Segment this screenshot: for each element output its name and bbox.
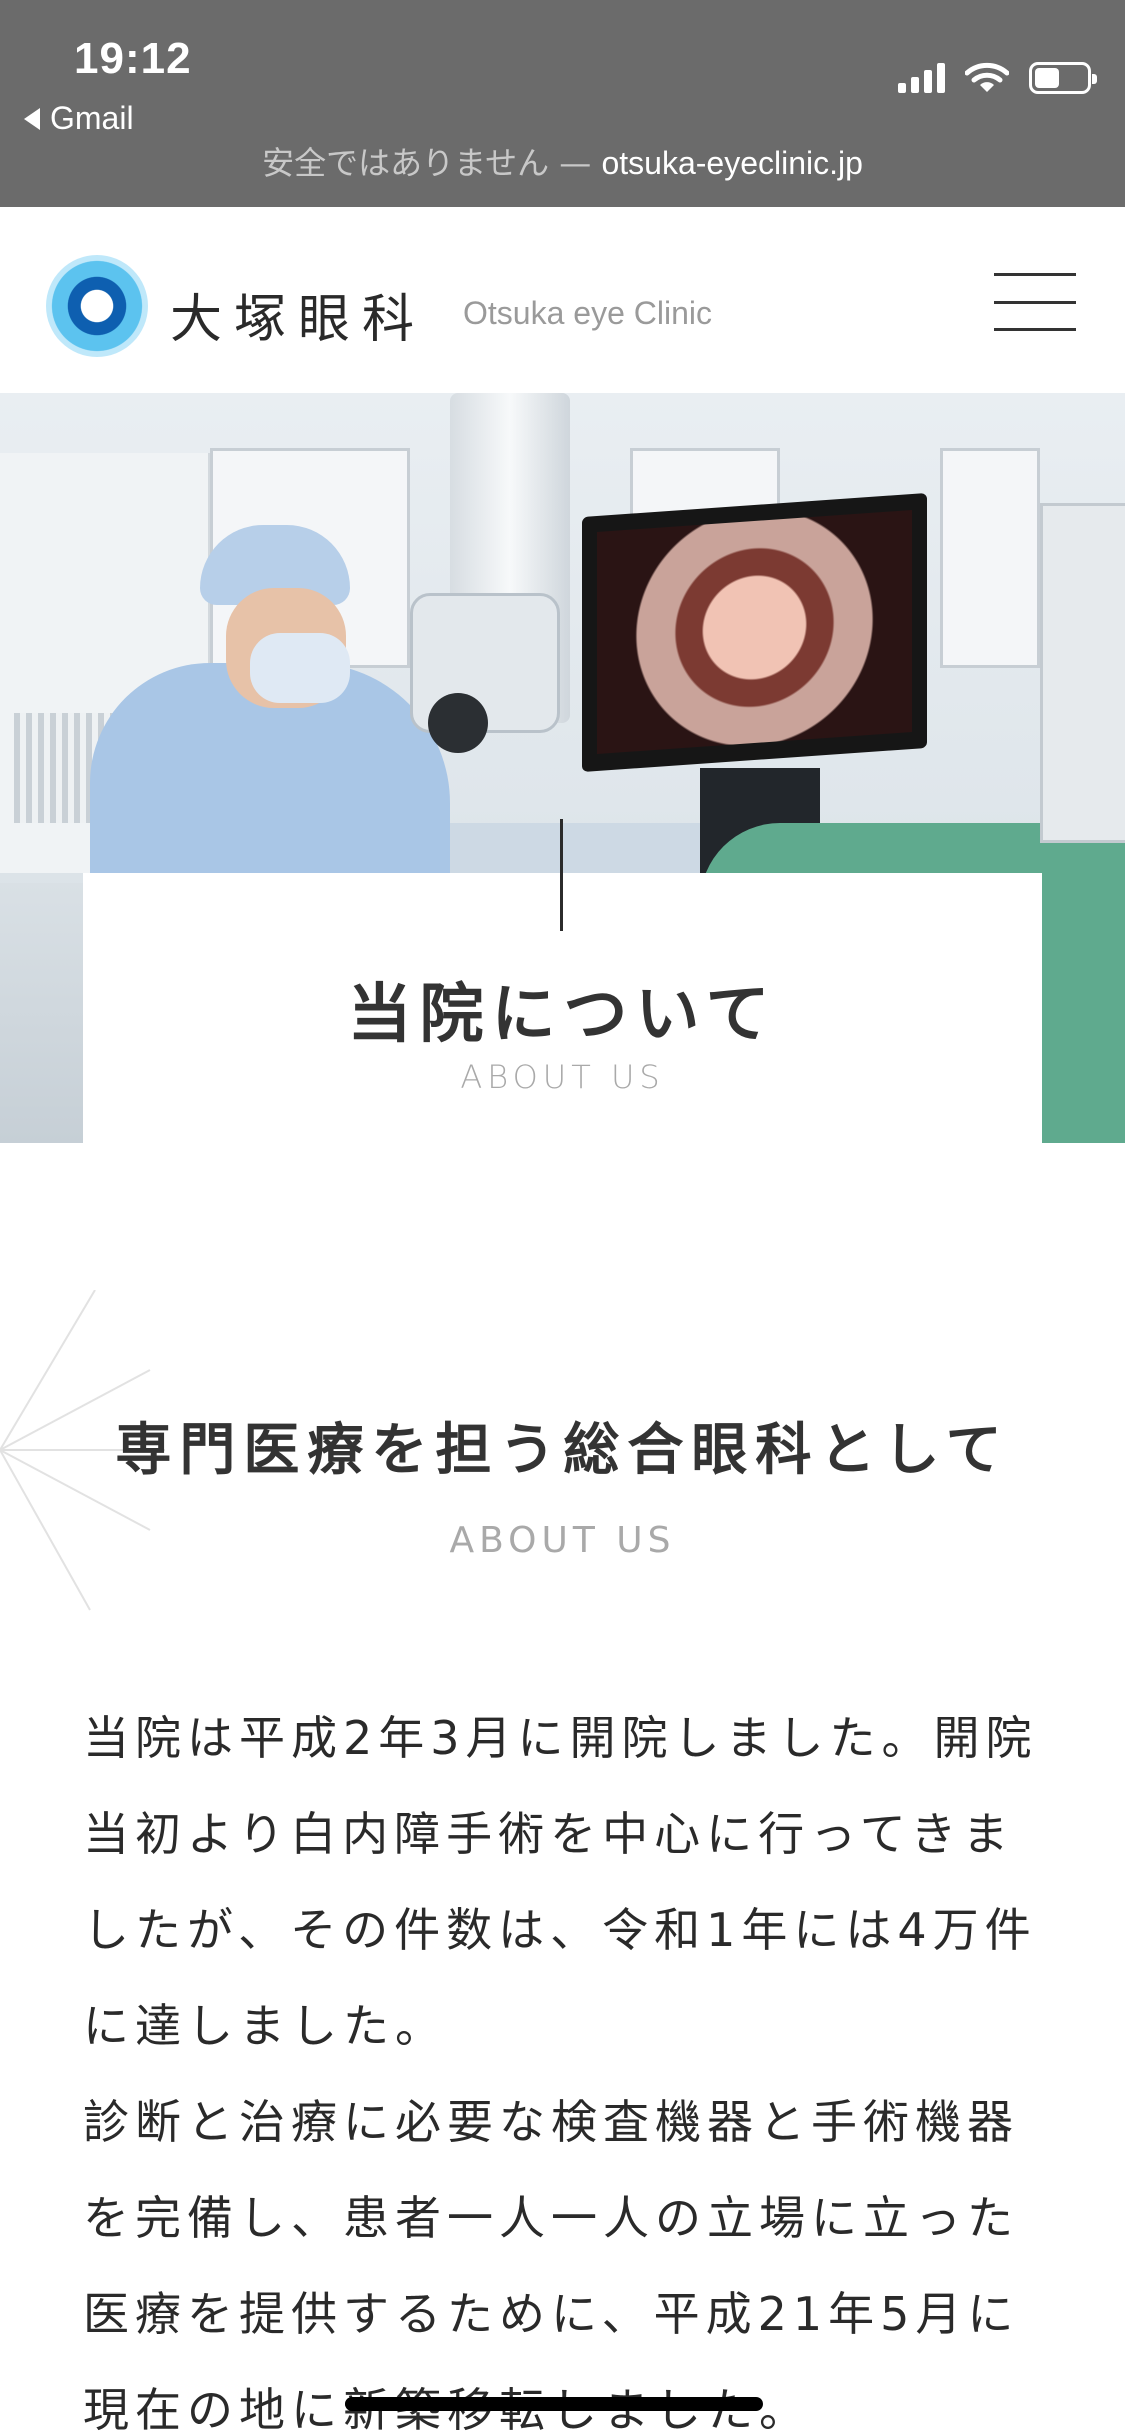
logo-english[interactable]: Otsuka eye Clinic bbox=[463, 295, 712, 332]
signal-icon bbox=[898, 63, 945, 93]
about-body: 当院は平成2年3月に開院しました。開院当初より白内障手術を中心に行ってきましたが… bbox=[83, 1690, 1053, 2436]
redaction-mark bbox=[345, 2397, 763, 2411]
address-bar[interactable]: 安全ではありません — otsuka-eyeclinic.jp bbox=[0, 138, 1125, 184]
back-arrow-icon bbox=[24, 107, 40, 130]
battery-icon bbox=[1029, 62, 1097, 94]
insecure-label: 安全ではありません — bbox=[262, 144, 592, 182]
page-subtitle: ABOUT US bbox=[460, 1058, 665, 1096]
hero-title-card: 当院について ABOUT US bbox=[83, 819, 1042, 1143]
status-bar: 19:12 Gmail 安全ではありません — otsuka-eyeclinic… bbox=[0, 0, 1125, 207]
section-subheading: ABOUT US bbox=[449, 1520, 676, 1561]
back-to-app-link[interactable]: Gmail bbox=[24, 100, 134, 137]
logo-japanese[interactable]: 大塚眼科 bbox=[170, 277, 426, 352]
clock: 19:12 bbox=[74, 34, 192, 83]
divider-line bbox=[560, 819, 563, 931]
domain-label: otsuka-eyeclinic.jp bbox=[601, 145, 863, 181]
wifi-icon bbox=[965, 62, 1009, 92]
hamburger-menu-icon[interactable] bbox=[994, 273, 1076, 331]
logo-eye-icon[interactable] bbox=[46, 255, 148, 357]
about-paragraph-1: 当院は平成2年3月に開院しました。開院当初より白内障手術を中心に行ってきましたが… bbox=[83, 1711, 1038, 2053]
status-icons bbox=[898, 62, 1097, 94]
section-heading: 専門医療を担う総合眼科として bbox=[115, 1418, 1010, 1483]
back-app-label: Gmail bbox=[50, 100, 134, 136]
page-title: 当院について bbox=[347, 978, 778, 1052]
site-header: 大塚眼科 Otsuka eye Clinic bbox=[0, 207, 1125, 393]
about-paragraph-2: 診断と治療に必要な検査機器と手術機器を完備し、患者一人一人の立場に立った医療を提… bbox=[83, 2095, 1020, 2436]
